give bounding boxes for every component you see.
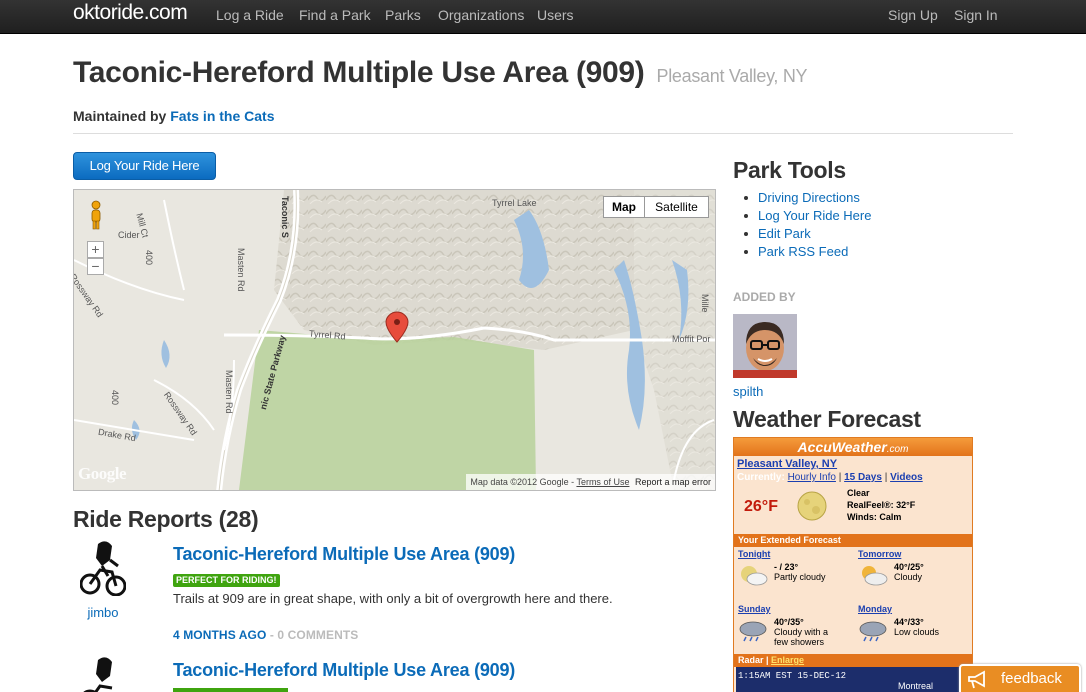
page-title: Taconic-Hereford Multiple Use Area (909)… xyxy=(73,56,808,90)
report-title-link[interactable]: Taconic-Hereford Multiple Use Area (909) xyxy=(173,660,515,681)
map-type-satellite-button[interactable]: Satellite xyxy=(644,196,709,218)
nav-sign-up[interactable]: Sign Up xyxy=(888,7,938,23)
ride-reports-heading: Ride Reports (28) xyxy=(73,506,259,532)
current-conditions: Clear RealFeel®: 32°F Winds: Calm xyxy=(847,488,916,522)
tool-driving-directions-link[interactable]: Driving Directions xyxy=(743,189,871,207)
map-label: Cider xyxy=(118,230,140,240)
nav-sign-in[interactable]: Sign In xyxy=(954,7,998,23)
nav-organizations[interactable]: Organizations xyxy=(438,7,524,23)
map-label: Masten Rd xyxy=(236,248,246,292)
report-comments-link[interactable]: - 0 COMMENTS xyxy=(270,628,359,642)
pegman-icon[interactable] xyxy=(89,200,103,230)
forecast-tonight-link[interactable]: Tonight xyxy=(738,549,770,559)
report-body: Trails at 909 are in great shape, with o… xyxy=(173,591,613,606)
tool-edit-park-link[interactable]: Edit Park xyxy=(743,225,871,243)
navbar: oktoride.com Log a Ride Find a Park Park… xyxy=(0,0,1086,34)
map-label: Tyrrel Lake xyxy=(492,198,537,208)
megaphone-icon xyxy=(968,670,985,689)
added-by-user-link[interactable]: spilth xyxy=(733,384,763,399)
condition-badge: PERFECT FOR RIDING! xyxy=(173,574,280,587)
feedback-label: feedback xyxy=(1001,670,1062,687)
report-map-error-link[interactable]: Report a map error xyxy=(635,477,711,487)
google-logo: Google xyxy=(78,464,127,483)
zoom-in-button[interactable]: + xyxy=(87,241,104,258)
radar-bar: Radar | Enlarge xyxy=(734,654,972,667)
forecast-monday-link[interactable]: Monday xyxy=(858,604,892,614)
maintained-prefix: Maintained by xyxy=(73,108,167,124)
terms-link[interactable]: Terms of Use xyxy=(576,477,629,487)
map-label: Moffit Por xyxy=(672,334,711,344)
brand-logo[interactable]: oktoride.com xyxy=(73,1,188,25)
map-label: 400 xyxy=(144,250,154,266)
park-tools-heading: Park Tools xyxy=(733,157,846,183)
report-meta: 4 MONTHS AGO - 0 COMMENTS xyxy=(173,628,358,642)
extended-forecast-bar: Your Extended Forecast xyxy=(734,534,972,547)
radar-label: Radar xyxy=(738,655,764,665)
log-ride-button[interactable]: Log Your Ride Here xyxy=(73,152,216,180)
radar-city: Montreal xyxy=(898,681,934,691)
map-label: Taconic S xyxy=(280,196,290,238)
rider-avatar-icon[interactable] xyxy=(80,652,126,692)
weather-heading: Weather Forecast xyxy=(733,406,921,432)
tool-log-ride-link[interactable]: Log Your Ride Here xyxy=(743,207,871,225)
map-label: 400 xyxy=(110,390,120,406)
weather-widget: AccuWeather.com Pleasant Valley, NY Curr… xyxy=(733,437,973,692)
maintainer-link[interactable]: Fats in the Cats xyxy=(170,108,274,124)
radar-time: 1:15AM EST 15-DEC-12 xyxy=(738,671,847,681)
tool-rss-feed-link[interactable]: Park RSS Feed xyxy=(743,243,871,261)
map-data-text: Map data ©2012 Google - xyxy=(470,477,575,487)
cloudy-icon xyxy=(862,566,888,586)
radar-image[interactable]: 1:15AM EST 15-DEC-12 Montreal xyxy=(736,667,970,692)
park-name: Taconic-Hereford Multiple Use Area (909) xyxy=(73,56,645,89)
currently-label: Currently: xyxy=(737,472,785,483)
added-by-avatar[interactable] xyxy=(733,314,797,378)
feedback-button[interactable]: feedback xyxy=(959,664,1081,692)
hourly-info-link[interactable]: Hourly Info xyxy=(788,472,836,483)
videos-link[interactable]: Videos xyxy=(890,472,923,483)
forecast-sunday-link[interactable]: Sunday xyxy=(738,604,771,614)
map-label: Mille xyxy=(700,294,710,313)
report-date-link[interactable]: 4 MONTHS AGO xyxy=(173,628,266,642)
showers-icon xyxy=(739,621,767,642)
nav-users[interactable]: Users xyxy=(537,7,574,23)
report-user-link[interactable]: jimbo xyxy=(73,605,133,620)
moon-icon xyxy=(797,491,827,521)
condition-badge xyxy=(173,688,288,692)
low-clouds-icon xyxy=(859,621,887,642)
report-title-link[interactable]: Taconic-Hereford Multiple Use Area (909) xyxy=(173,544,515,565)
park-map[interactable]: Tyrrel Lake Taconic S Masten Rd Tyrrel R… xyxy=(73,189,716,491)
current-temp: 26°F xyxy=(744,498,778,515)
map-type-map-button[interactable]: Map xyxy=(603,196,645,218)
park-location: Pleasant Valley, NY xyxy=(656,66,808,86)
nav-log-a-ride[interactable]: Log a Ride xyxy=(216,7,284,23)
nav-parks[interactable]: Parks xyxy=(385,7,421,23)
radar-enlarge-link[interactable]: Enlarge xyxy=(771,655,804,665)
partly-cloudy-icon xyxy=(741,566,768,586)
weather-links: Currently: Hourly Info | 15 Days | Video… xyxy=(737,472,923,483)
weather-location-link[interactable]: Pleasant Valley, NY xyxy=(737,458,837,470)
rider-avatar-icon[interactable] xyxy=(80,536,126,596)
park-tools-list: Driving Directions Log Your Ride Here Ed… xyxy=(743,189,871,261)
added-by-heading: ADDED BY xyxy=(733,290,796,304)
forecast-tomorrow-link[interactable]: Tomorrow xyxy=(858,549,901,559)
maintained-by: Maintained by Fats in the Cats xyxy=(73,108,275,124)
nav-find-a-park[interactable]: Find a Park xyxy=(299,7,371,23)
accuweather-logo[interactable]: AccuWeather.com xyxy=(734,438,972,456)
map-label: Masten Rd xyxy=(224,370,234,414)
fifteen-days-link[interactable]: 15 Days xyxy=(844,472,882,483)
map-attribution: Map data ©2012 Google - Terms of Use Rep… xyxy=(466,474,715,490)
zoom-out-button[interactable]: − xyxy=(87,258,104,275)
divider xyxy=(73,133,1013,134)
map-terrain xyxy=(74,190,715,490)
